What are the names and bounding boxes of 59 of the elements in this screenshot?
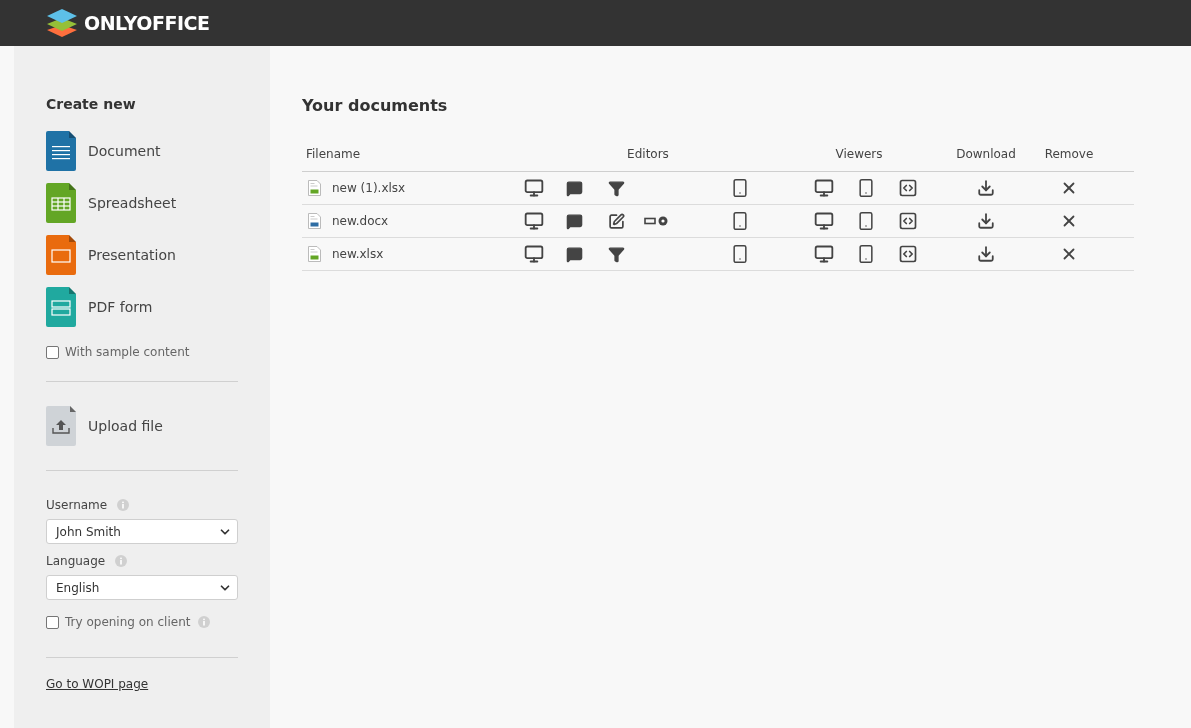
file-icon — [308, 246, 321, 262]
page-title: Your documents — [302, 95, 449, 117]
logo-icon[interactable] — [46, 9, 78, 37]
upload-file-icon — [46, 406, 76, 446]
field-label: Username — [46, 497, 108, 514]
upload-item[interactable]: Upload file — [46, 406, 238, 446]
form-file-icon — [46, 287, 76, 327]
create-item[interactable]: Presentation — [46, 235, 238, 275]
mobile-icon[interactable] — [730, 211, 750, 231]
file-name[interactable]: new.docx — [332, 212, 389, 230]
form-settings-icon[interactable] — [644, 214, 670, 228]
desktop-icon[interactable] — [814, 244, 834, 264]
column-header: Filename — [305, 145, 362, 163]
mobile-icon[interactable] — [730, 178, 750, 198]
checkbox-label: Try opening on client — [65, 614, 191, 631]
wopi-link[interactable]: Go to WOPI page — [46, 675, 238, 693]
download-icon[interactable] — [977, 245, 995, 263]
comment-icon[interactable] — [566, 212, 583, 230]
checkbox-label: With sample content — [65, 344, 190, 361]
file-name[interactable]: new.xlsx — [332, 245, 384, 263]
mobile-icon[interactable] — [856, 178, 876, 198]
comment-icon[interactable] — [566, 179, 583, 197]
checkbox[interactable] — [46, 615, 59, 629]
create-item[interactable]: PDF form — [46, 287, 238, 327]
desktop-icon[interactable] — [524, 244, 544, 264]
desktop-icon[interactable] — [524, 211, 544, 231]
comment-icon[interactable] — [566, 245, 583, 263]
create-item[interactable]: Document — [46, 131, 238, 171]
embed-icon[interactable] — [898, 244, 918, 264]
language-select[interactable]: English — [46, 575, 238, 600]
filter-icon[interactable] — [607, 245, 625, 263]
filter-icon[interactable] — [607, 179, 625, 197]
file-icon — [308, 180, 321, 196]
mobile-icon[interactable] — [856, 211, 876, 231]
desktop-icon[interactable] — [524, 178, 544, 198]
file-name[interactable]: new (1).xlsx — [332, 179, 406, 197]
file-icon — [308, 213, 321, 229]
presentation-file-icon — [46, 235, 76, 275]
column-header: Download — [955, 145, 1017, 163]
mobile-icon[interactable] — [856, 244, 876, 264]
desktop-icon[interactable] — [814, 211, 834, 231]
download-icon[interactable] — [977, 212, 995, 230]
desktop-icon[interactable] — [814, 178, 834, 198]
field-label: Language — [46, 553, 106, 570]
embed-icon[interactable] — [898, 178, 918, 198]
pen-icon[interactable] — [607, 212, 625, 230]
mobile-icon[interactable] — [730, 244, 750, 264]
embed-icon[interactable] — [898, 211, 918, 231]
document-file-icon — [46, 131, 76, 171]
column-header: Viewers — [834, 145, 884, 163]
checkbox[interactable] — [46, 345, 59, 359]
brand-name: ONLYOFFICE — [84, 10, 210, 36]
column-header: Remove — [1043, 145, 1095, 163]
username-select[interactable]: John Smith — [46, 519, 238, 544]
create-item[interactable]: Spreadsheet — [46, 183, 238, 223]
download-icon[interactable] — [977, 179, 995, 197]
section-title: Create new — [46, 95, 137, 114]
spreadsheet-file-icon — [46, 183, 76, 223]
column-header: Editors — [626, 145, 670, 163]
